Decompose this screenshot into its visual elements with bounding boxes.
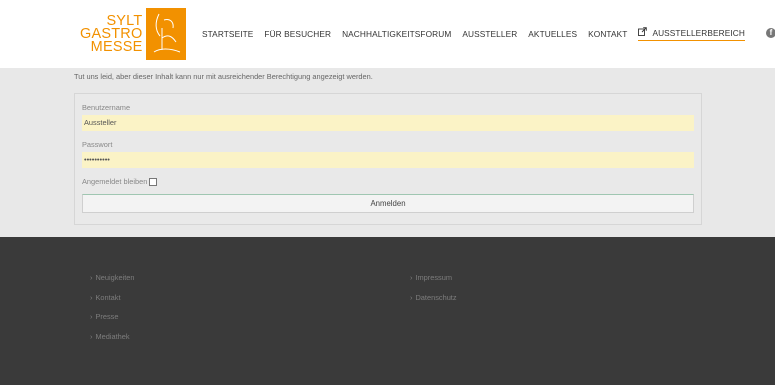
username-label: Benutzername	[82, 103, 131, 112]
login-submit-button[interactable]: Anmelden	[82, 194, 694, 213]
nav-item-startseite[interactable]: STARTSEITE	[202, 29, 253, 39]
permission-notice: Tut uns leid, aber dieser Inhalt kann nu…	[74, 72, 373, 81]
remember-me-checkbox[interactable]	[149, 177, 158, 186]
site-logo[interactable]: SYLT GASTRO MESSE	[80, 8, 187, 60]
remember-me-label: Angemeldet bleiben	[82, 177, 148, 186]
footer-column-right: › Impressum › Datenschutz	[410, 273, 457, 312]
chevron-right-icon: ›	[90, 312, 93, 321]
remember-me: Angemeldet bleiben	[82, 177, 158, 186]
password-label: Passwort	[82, 140, 113, 149]
logo-text: SYLT GASTRO MESSE	[80, 8, 146, 60]
footer-column-left: › Neuigkeiten › Kontakt › Presse › Mediathek	[90, 273, 135, 351]
nav-item-ausstellerbereich[interactable]: AUSSTELLERBEREICH	[638, 27, 745, 41]
main-content: Tut uns leid, aber dieser Inhalt kann nu…	[0, 68, 775, 237]
username-input[interactable]: Aussteller	[82, 115, 694, 131]
chevron-right-icon: ›	[90, 331, 93, 341]
footer-link-kontakt[interactable]: › Kontakt	[90, 293, 135, 313]
site-header: SYLT GASTRO MESSE STARTSEITE FÜR BESUCHE…	[0, 0, 775, 68]
nav-item-aussteller[interactable]: AUSSTELLER	[462, 29, 517, 39]
chevron-right-icon: ›	[90, 292, 93, 302]
external-link-icon	[638, 27, 648, 38]
footer-link-neuigkeiten[interactable]: › Neuigkeiten	[90, 273, 135, 293]
login-form: Benutzername Aussteller Passwort •••••••…	[74, 93, 702, 225]
nav-item-kontakt[interactable]: KONTAKT	[588, 29, 627, 39]
facebook-icon[interactable]: f	[766, 28, 775, 38]
main-nav: STARTSEITE FÜR BESUCHER NACHHALTIGKEITSF…	[202, 27, 756, 41]
nav-item-aktuelles[interactable]: AKTUELLES	[528, 29, 577, 39]
footer-link-datenschutz[interactable]: › Datenschutz	[410, 293, 457, 313]
logo-line-messe: MESSE	[90, 38, 143, 55]
site-footer: › Neuigkeiten › Kontakt › Presse › Mediathek…	[0, 237, 775, 385]
nav-item-fuer-besucher[interactable]: FÜR BESUCHER	[264, 29, 331, 39]
chevron-right-icon: ›	[90, 273, 93, 282]
nav-item-nachhaltigkeitsforum[interactable]: NACHHALTIGKEITSFORUM	[342, 29, 451, 39]
footer-link-mediathek[interactable]: › Mediathek	[90, 332, 135, 352]
footer-link-impressum[interactable]: › Impressum	[410, 273, 457, 293]
logo-mark-icon	[146, 8, 187, 60]
chevron-right-icon: ›	[410, 273, 413, 282]
footer-link-presse[interactable]: › Presse	[90, 312, 135, 332]
chevron-right-icon: ›	[410, 292, 413, 302]
password-input[interactable]: ••••••••••	[82, 152, 694, 168]
nav-item-ausstellerbereich-label: AUSSTELLERBEREICH	[652, 27, 745, 38]
